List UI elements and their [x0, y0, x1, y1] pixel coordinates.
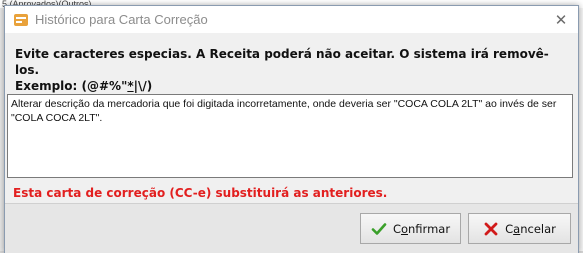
replacement-notice: Esta carta de correção (CC-e) substituir…	[13, 186, 388, 200]
special-characters-warning: Evite caracteres especias. A Receita pod…	[15, 46, 570, 94]
app-logo-icon	[13, 12, 29, 28]
warning-line-1: Evite caracteres especias. A Receita pod…	[15, 47, 549, 77]
cancel-button[interactable]: Cancelar	[468, 213, 571, 244]
confirm-button[interactable]: Confirmar	[360, 213, 461, 244]
warning-example-suffix: |\/)	[133, 79, 153, 93]
correction-text-area[interactable]: Alterar descrição da mercadoria que foi …	[7, 94, 573, 178]
dialog-footer: Confirmar Cancelar	[5, 203, 578, 253]
correction-letter-dialog: Histórico para Carta Correção ✕ Evite ca…	[4, 5, 579, 253]
dialog-title: Histórico para Carta Correção	[35, 12, 208, 27]
x-icon	[483, 221, 499, 237]
close-icon: ✕	[554, 10, 568, 29]
warning-example-prefix: Exemplo: (@#%"	[15, 79, 128, 93]
confirm-button-label: Confirmar	[392, 221, 451, 236]
close-button[interactable]: ✕	[544, 6, 578, 33]
warning-line-2: Exemplo: (@#%"*|\/)	[15, 78, 570, 94]
check-icon	[371, 221, 387, 237]
dialog-titlebar[interactable]: Histórico para Carta Correção ✕	[5, 6, 578, 33]
cancel-button-label: Cancelar	[505, 221, 556, 236]
